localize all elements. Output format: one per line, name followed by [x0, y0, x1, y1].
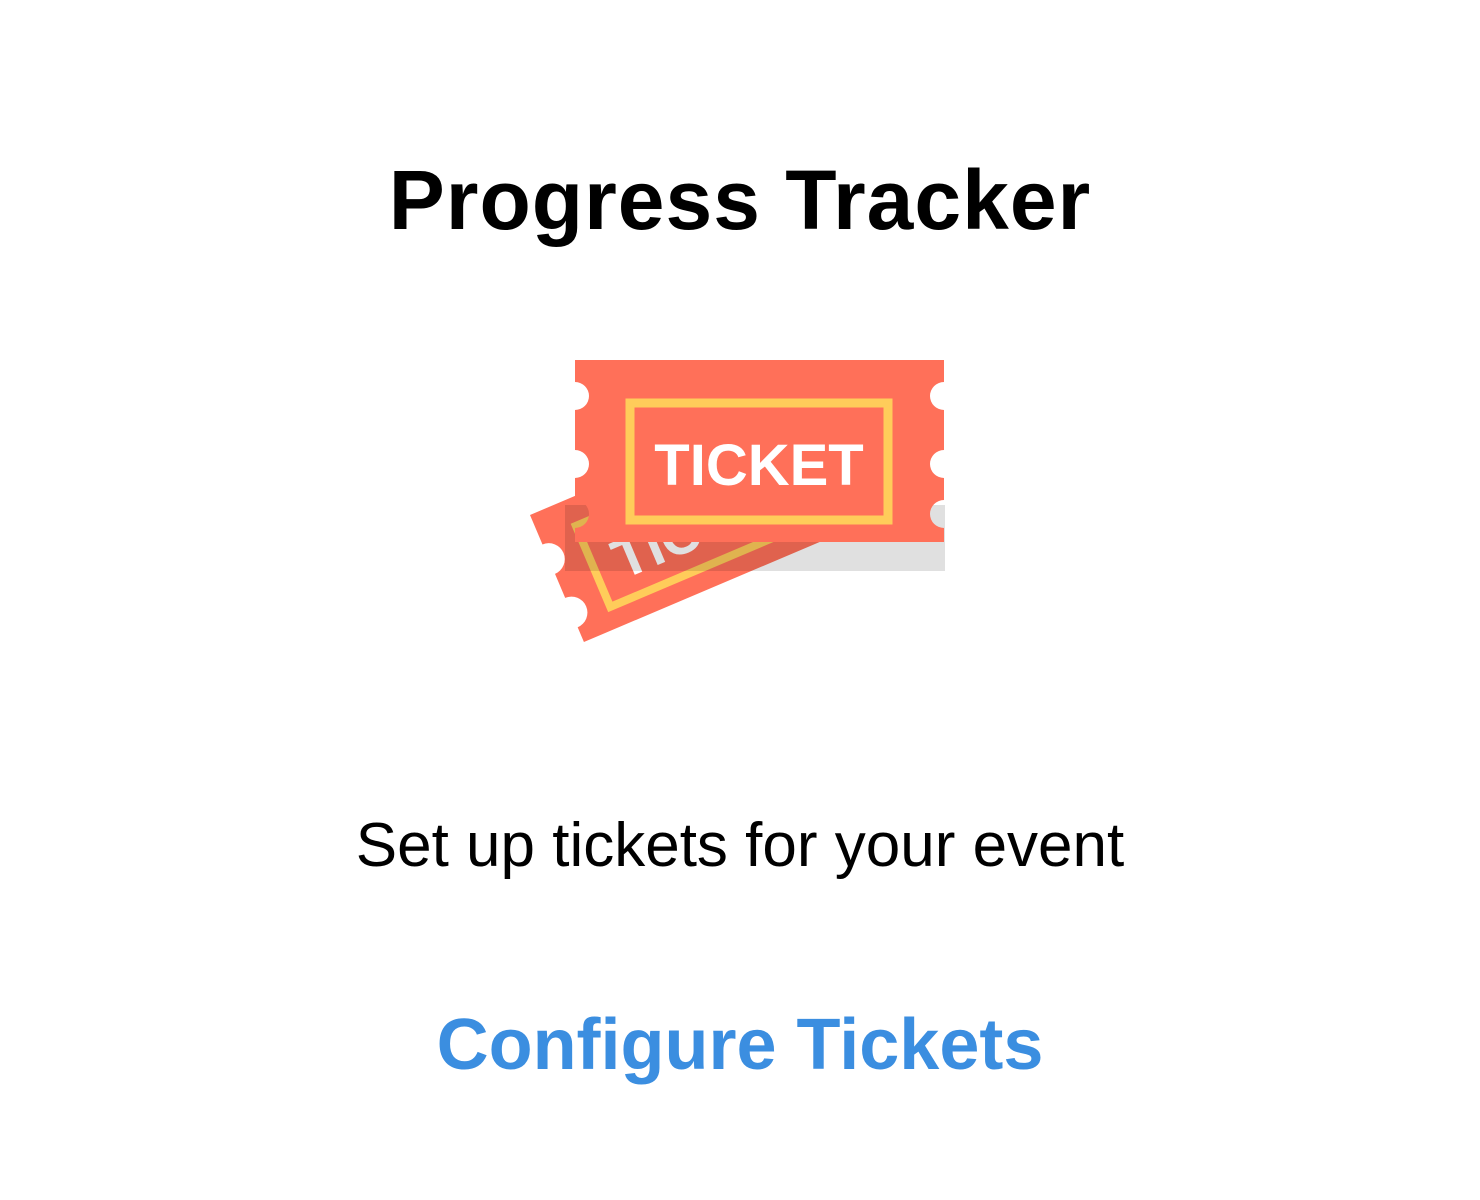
front-ticket: TICKET: [575, 360, 944, 542]
page-title: Progress Tracker: [388, 153, 1092, 247]
cta-container: Configure Tickets: [0, 1000, 1480, 1110]
setup-message: Set up tickets for your event: [355, 811, 1125, 880]
front-ticket-text: TICKET: [654, 433, 863, 498]
configure-tickets-link[interactable]: Configure Tickets: [437, 1005, 1044, 1085]
progress-tracker-card: Progress Tracker TIC TICKET Set up ticke…: [0, 0, 1480, 1200]
tickets-illustration: TIC TICKET: [530, 355, 950, 700]
tickets-icon: TIC TICKET: [530, 360, 945, 643]
